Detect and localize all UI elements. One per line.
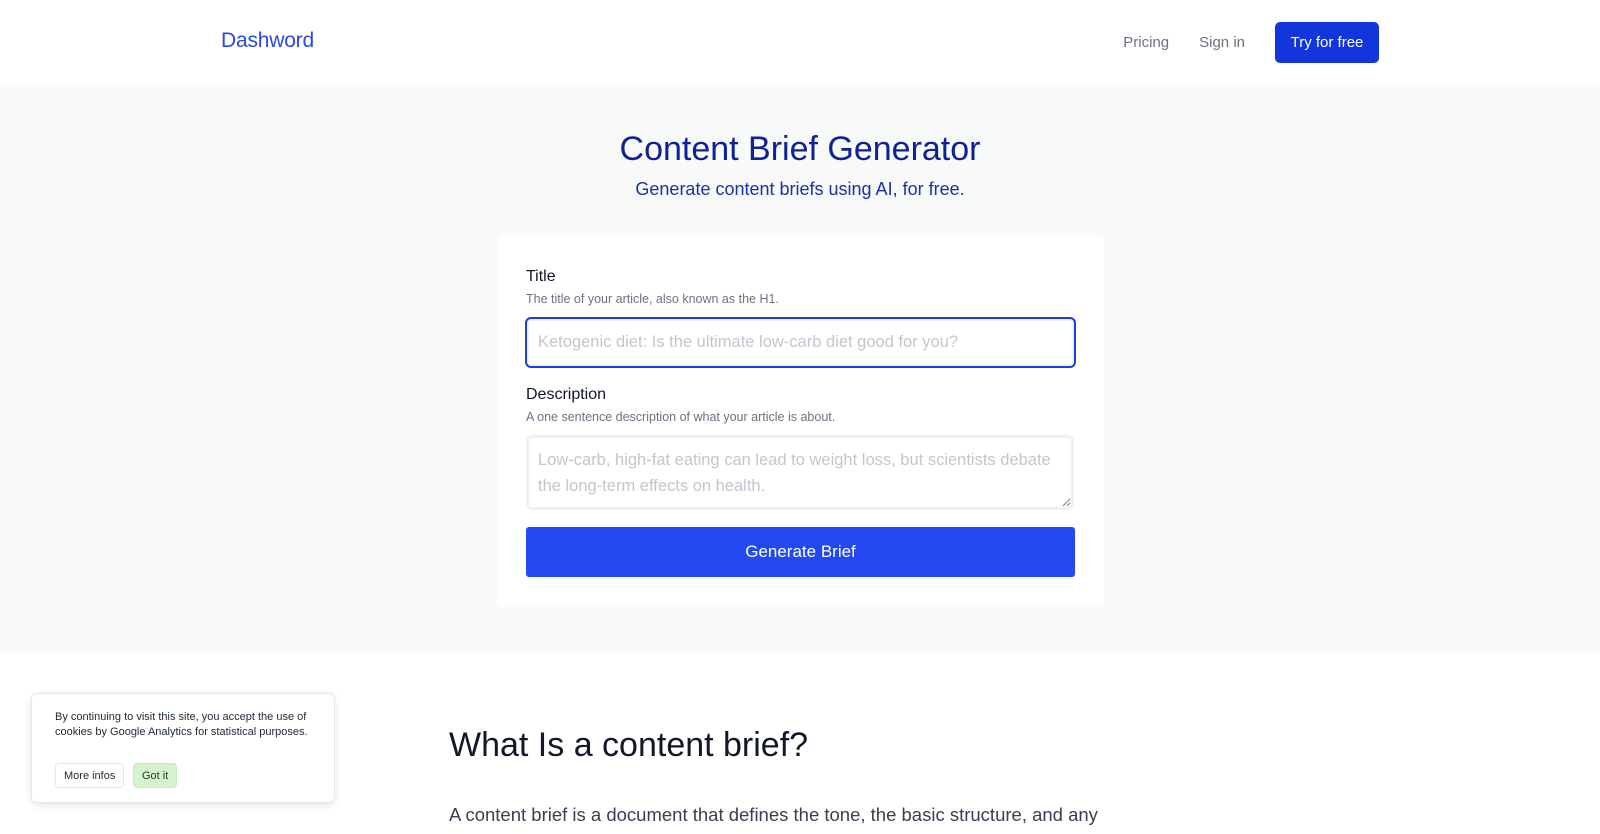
title-label: Title (526, 268, 556, 285)
site-header: Dashword Pricing Sign in Try for free (0, 0, 1600, 85)
page-title: Content Brief Generator (619, 130, 981, 168)
cookie-accept-button[interactable]: Got it (133, 763, 178, 788)
description-help-text: A one sentence description of what your … (526, 410, 836, 424)
page-subtitle: Generate content briefs using AI, for fr… (635, 179, 965, 199)
cookie-more-infos-button[interactable]: More infos (55, 763, 125, 788)
top-nav: Pricing Sign in Try for free (1123, 22, 1379, 63)
content-section: What Is a content brief? A content brief… (449, 726, 1098, 825)
section-heading: What Is a content brief? (449, 726, 809, 764)
try-for-free-button[interactable]: Try for free (1275, 22, 1379, 63)
hero-section: Content Brief Generator Generate content… (0, 85, 1600, 653)
brief-form: Title The title of your article, also kn… (497, 235, 1104, 607)
section-paragraph: A content brief is a document that defin… (449, 804, 1098, 825)
cookie-banner: By continuing to visit this site, you ac… (31, 693, 335, 803)
generate-brief-button[interactable]: Generate Brief (526, 527, 1075, 577)
description-label: Description (526, 386, 607, 403)
cookie-text: By continuing to visit this site, you ac… (55, 711, 308, 738)
title-help-text: The title of your article, also known as… (526, 292, 779, 306)
description-textarea[interactable] (526, 435, 1074, 510)
title-input[interactable] (525, 317, 1076, 368)
logo-link[interactable]: Dashword (221, 29, 314, 53)
nav-sign-in-link[interactable]: Sign in (1199, 34, 1245, 51)
nav-pricing-link[interactable]: Pricing (1123, 34, 1169, 51)
